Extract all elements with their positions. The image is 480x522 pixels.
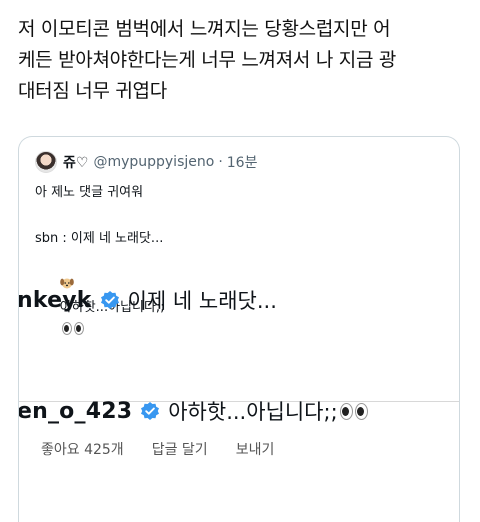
tweet-text: 저 이모티콘 범벅에서 느껴지는 당황스럽지만 어 케든 받아쳐야한다는게 너무… [18,14,464,107]
comment-username[interactable]: nkeyk [19,288,92,313]
comment-text: 아하핫...아닙니다;; [168,400,338,424]
tweet-line: 대터짐 너무 귀엽다 [18,80,167,102]
quote-line: sbn : 이제 네 노래닷... [35,231,164,246]
quoted-tweet-card[interactable]: 쥬♡ @mypuppyisjeno · 16분 아 제노 댓글 귀여워 sbn … [18,136,460,522]
quoted-tweet-body: 아 제노 댓글 귀여워 sbn : 이제 네 노래닷... 아하핫...아닙니다… [35,181,165,335]
quote-line: 아 제노 댓글 귀여워 [35,185,144,200]
comment-text: 이제 네 노래닷... [127,289,277,313]
quote-line-with-emoji: 아하핫...아닙니다;; [35,250,165,335]
verified-badge-icon [100,291,119,309]
comment-actions: 좋아요 425개 답글 달기 보내기 [41,439,302,459]
reply-button[interactable]: 답글 달기 [152,439,208,459]
handle[interactable]: @mypuppyisjeno [93,154,214,170]
tweet-line: 저 이모티콘 범벅에서 느껴지는 당황스럽지만 어 [18,18,391,40]
timestamp[interactable]: 16분 [227,152,258,172]
verified-badge-icon [141,402,160,420]
avatar[interactable] [35,151,57,173]
eyes-emoji-icon [61,322,84,335]
comment-row: en_o_423 아하핫...아닙니다;; [19,396,368,426]
tweet-line: 케든 받아쳐야한다는게 너무 느껴져서 나 지금 광 [18,49,397,71]
comment-username[interactable]: en_o_423 [19,399,132,424]
quote-blank-line [35,204,165,227]
send-button[interactable]: 보내기 [236,439,275,459]
eyes-emoji-icon [339,402,368,420]
display-name[interactable]: 쥬♡ [63,152,88,172]
quoted-tweet-header: 쥬♡ @mypuppyisjeno · 16분 [35,149,257,175]
likes-count[interactable]: 좋아요 425개 [41,439,124,459]
comment-row: nkeyk 이제 네 노래닷... [19,285,277,315]
separator-dot: · [218,154,223,170]
